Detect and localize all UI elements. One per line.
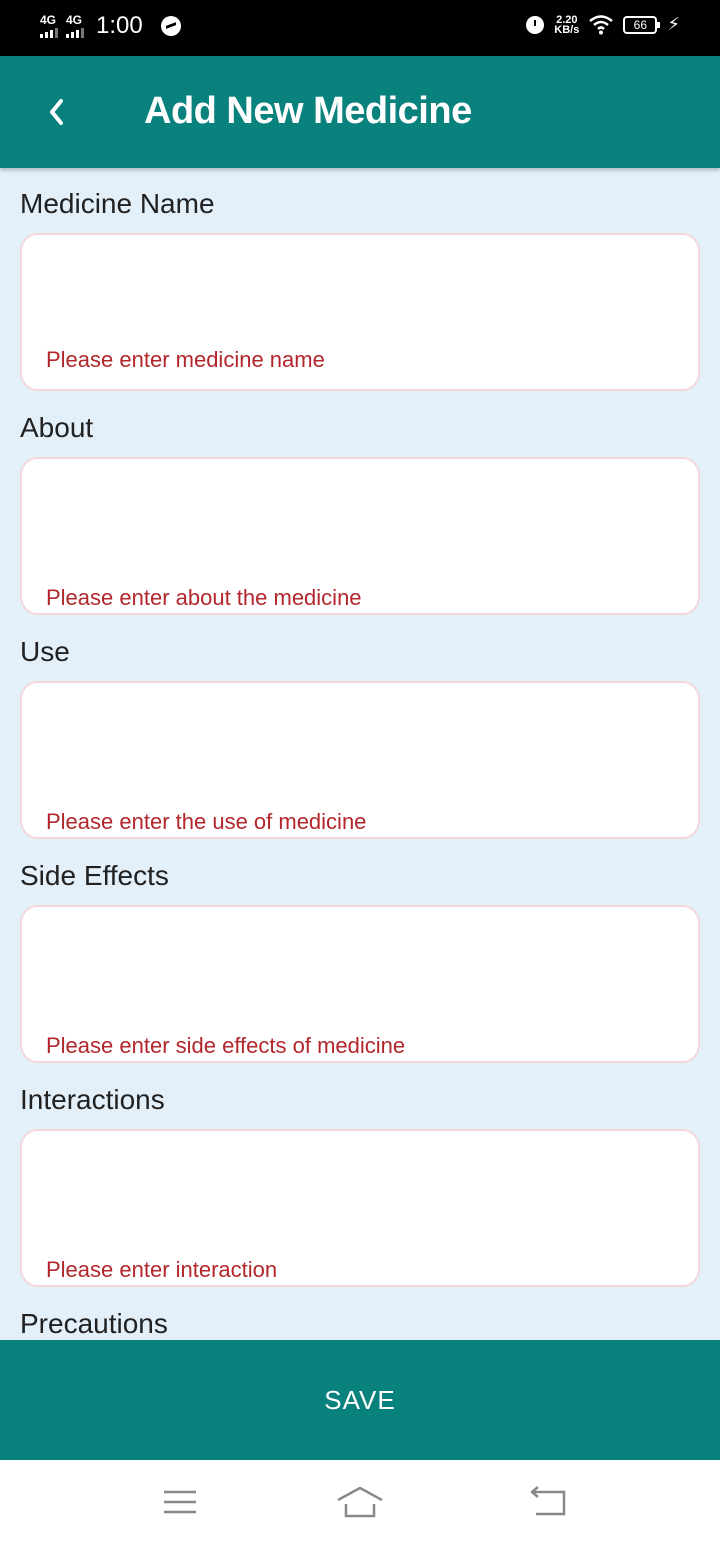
side-effects-label: Side Effects (20, 860, 169, 891)
page-title: Add New Medicine (144, 90, 472, 132)
medicine-name-error: Please enter medicine name (46, 347, 325, 372)
status-left: 4G 4G 1:00 (40, 12, 181, 40)
about-input[interactable]: Please enter about the medicine (20, 457, 700, 615)
about-error: Please enter about the medicine (46, 585, 362, 610)
chevron-left-icon (50, 99, 63, 125)
signal-icon-2: 4G (66, 14, 84, 38)
save-button[interactable]: SAVE (0, 1340, 720, 1460)
menu-icon[interactable] (160, 1484, 200, 1520)
battery-icon: 66 (623, 15, 661, 34)
back-button[interactable] (34, 90, 78, 134)
precautions-label: Precautions (20, 1308, 168, 1339)
side-effects-error: Please enter side effects of medicine (46, 1033, 406, 1058)
interactions-input[interactable]: Please enter interaction (20, 1129, 700, 1287)
interactions-label: Interactions (20, 1084, 165, 1115)
alarm-icon (526, 15, 545, 34)
side-effects-input[interactable]: Please enter side effects of medicine (20, 905, 700, 1063)
use-error: Please enter the use of medicine (46, 809, 367, 834)
messenger-icon (160, 16, 181, 36)
back-icon[interactable] (528, 1484, 568, 1520)
use-input[interactable]: Please enter the use of medicine (20, 681, 700, 839)
medicine-name-input[interactable]: Please enter medicine name (20, 233, 700, 391)
medicine-name-label: Medicine Name (20, 188, 215, 219)
status-bar: 4G 4G 1:00 2.20 KB/s 66 ⚡ (0, 0, 720, 56)
signal-icon-1: 4G (40, 14, 58, 38)
network-type: 4G (66, 13, 83, 27)
medicine-form: Medicine Name Please enter medicine name… (0, 168, 720, 1340)
speed-unit: KB/s (554, 23, 580, 36)
charging-icon: ⚡ (667, 14, 680, 34)
network-type: 4G (40, 13, 57, 27)
speed-value: 2.20 (556, 13, 578, 26)
network-speed: 2.20 KB/s (554, 13, 580, 36)
system-nav-bar (0, 1460, 720, 1544)
about-label: About (20, 412, 94, 443)
wifi-icon (589, 14, 614, 34)
interactions-error: Please enter interaction (46, 1257, 278, 1282)
app-bar: Add New Medicine (0, 56, 720, 168)
status-right: 2.20 KB/s 66 ⚡ (526, 14, 680, 35)
use-label: Use (20, 636, 70, 667)
clock: 1:00 (96, 12, 143, 39)
home-icon[interactable] (336, 1484, 384, 1520)
